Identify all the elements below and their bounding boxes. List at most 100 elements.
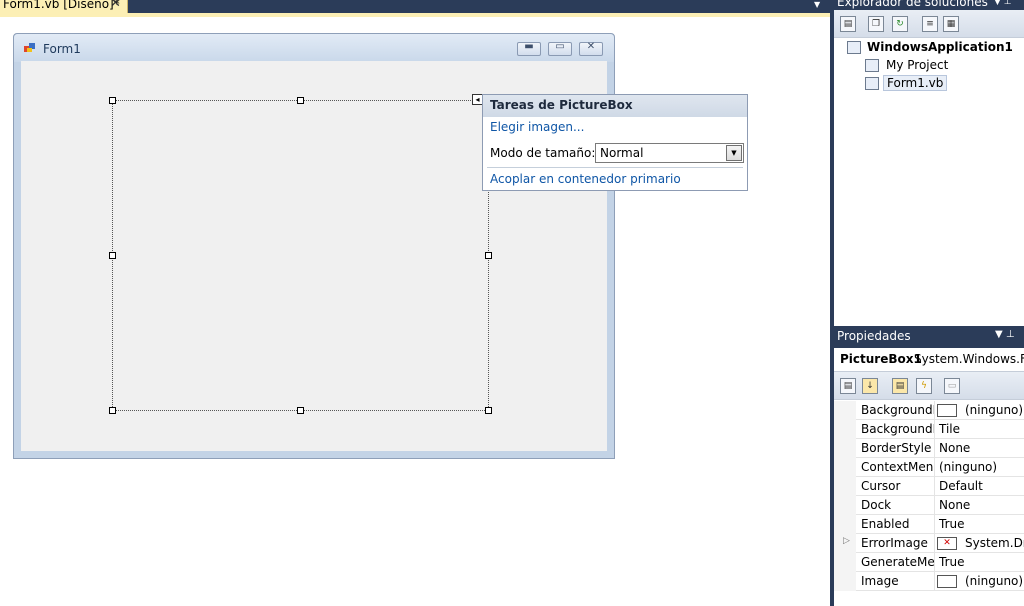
property-value-text: (ninguno) [965,574,1024,588]
chevron-down-icon[interactable]: ▼ [814,0,820,9]
solution-explorer-panel: Explorador de soluciones ▼ ⊥ ▤ ❐ ↻ ≡ ▦ W… [834,0,1024,322]
property-row[interactable]: Dock None [834,496,1024,515]
property-grid: BackgroundImage (ninguno) BackgroundImag… [834,401,1024,606]
resize-handle-se[interactable] [485,407,492,414]
property-name: BackgroundImage [861,403,934,417]
tree-item-my-project[interactable]: My Project [886,58,948,72]
tab-form1-design[interactable]: Form1.vb [Diseño]* ✕ [0,0,128,13]
row-gutter [834,553,856,572]
property-name: Enabled [861,517,910,531]
property-value[interactable]: True [934,553,1024,572]
property-value[interactable]: Tile [934,420,1024,439]
row-gutter [834,572,856,591]
property-value-text: System.Drawing.Bitmap [965,536,1024,550]
property-value[interactable]: True [934,515,1024,534]
property-row[interactable]: BorderStyle None [834,439,1024,458]
image-swatch-icon [937,404,957,417]
property-value[interactable]: (ninguno) [934,458,1024,477]
row-gutter [834,477,856,496]
property-value[interactable]: (ninguno) [934,572,1024,591]
properties-header: Propiedades ▼ ⊥ [834,326,1024,348]
maximize-button[interactable]: ▭ [548,41,572,56]
row-gutter [834,401,856,420]
minimize-button[interactable]: ▬ [517,41,541,56]
designer-surface[interactable]: Form1.vb [Diseño]* ✕ ▼ Form1 ▬ ▭ ✕ ◂ Tar… [0,0,830,606]
row-gutter: ▷ [834,534,856,553]
property-value[interactable]: None [934,439,1024,458]
solution-explorer-toolbar: ▤ ❐ ↻ ≡ ▦ [834,10,1024,38]
show-all-files-icon[interactable]: ❐ [868,16,884,32]
solution-explorer-title: Explorador de soluciones [837,0,988,9]
properties-panel: Propiedades ▼ ⊥ PictureBox1 System.Windo… [834,322,1024,606]
property-row[interactable]: BackgroundImage (ninguno) [834,401,1024,420]
property-value[interactable]: None [934,496,1024,515]
property-name: GenerateMember [861,555,934,569]
view-designer-icon[interactable]: ▦ [943,16,959,32]
property-row[interactable]: ContextMenuStrip (ninguno) [834,458,1024,477]
tree-item-form1[interactable]: Form1.vb [883,75,948,91]
property-name: BorderStyle [861,441,932,455]
close-icon: ✕ [586,41,596,52]
property-row[interactable]: Enabled True [834,515,1024,534]
resize-handle-e[interactable] [485,252,492,259]
object-name: PictureBox1 [840,352,922,366]
property-name: Image [861,574,899,588]
dropdown-arrow-icon[interactable]: ▼ [726,145,742,161]
minimize-icon: ▬ [524,41,534,52]
tasks-header: Tareas de PictureBox [483,95,747,117]
picturebox1[interactable] [112,100,489,411]
project-icon [847,41,861,54]
property-row[interactable]: Image (ninguno) [834,572,1024,591]
property-row[interactable]: BackgroundImageLayout Tile [834,420,1024,439]
alphabetical-icon[interactable]: ↓ [862,378,878,394]
pin-icon[interactable]: ▼ ⊥ [995,329,1015,340]
resize-handle-n[interactable] [297,97,304,104]
expand-arrow-icon[interactable]: ▷ [843,536,850,546]
my-project-icon [865,59,879,72]
property-name: BackgroundImageLayout [861,422,934,436]
events-icon[interactable]: ϟ [916,378,932,394]
tasks-separator [487,167,743,168]
resize-handle-s[interactable] [297,407,304,414]
property-value-text: True [939,555,965,569]
property-value-text: True [939,517,965,531]
resize-handle-w[interactable] [109,252,116,259]
object-selector[interactable]: PictureBox1 System.Windows.Forms.Picture… [834,348,1024,372]
property-value[interactable]: (ninguno) [934,401,1024,420]
row-gutter [834,420,856,439]
size-mode-label: Modo de tamaño: [490,146,596,160]
close-tab-icon[interactable]: ✕ [110,0,121,11]
properties-title: Propiedades [837,329,911,343]
row-gutter [834,458,856,477]
tasks-title: Tareas de PictureBox [490,98,633,112]
pin-icon[interactable]: ▼ ⊥ [994,0,1012,7]
properties-icon[interactable]: ▤ [892,378,908,394]
choose-image-link[interactable]: Elegir imagen... [490,120,584,134]
close-button[interactable]: ✕ [579,41,603,56]
row-gutter [834,515,856,534]
properties-icon[interactable]: ▤ [840,16,856,32]
dock-in-parent-link[interactable]: Acoplar en contenedor primario [490,172,681,186]
resize-handle-sw[interactable] [109,407,116,414]
form-icon [24,43,35,52]
tab-label: Form1.vb [Diseño]* [3,0,120,11]
size-mode-select[interactable]: Normal ▼ [595,143,744,163]
property-value-text: (ninguno) [939,460,998,474]
refresh-icon[interactable]: ↻ [892,16,908,32]
resize-handle-nw[interactable] [109,97,116,104]
error-image-icon: ✕ [937,537,957,550]
view-code-icon[interactable]: ≡ [922,16,938,32]
property-row[interactable]: Cursor Default [834,477,1024,496]
property-row[interactable]: GenerateMember True [834,553,1024,572]
solution-explorer-header: Explorador de soluciones ▼ ⊥ [834,0,1024,10]
form-titlebar[interactable]: Form1 ▬ ▭ ✕ [14,34,614,62]
property-row[interactable]: ▷ ErrorImage ✕ System.Drawing.Bitmap [834,534,1024,553]
property-value[interactable]: Default [934,477,1024,496]
maximize-icon: ▭ [555,41,565,52]
property-value[interactable]: ✕ System.Drawing.Bitmap [934,534,1024,553]
property-value-text: None [939,441,971,455]
categorized-icon[interactable]: ▤ [840,378,856,394]
property-value-text: None [939,498,971,512]
tree-item-project[interactable]: WindowsApplication1 [867,40,1013,54]
property-pages-icon[interactable]: ▭ [944,378,960,394]
